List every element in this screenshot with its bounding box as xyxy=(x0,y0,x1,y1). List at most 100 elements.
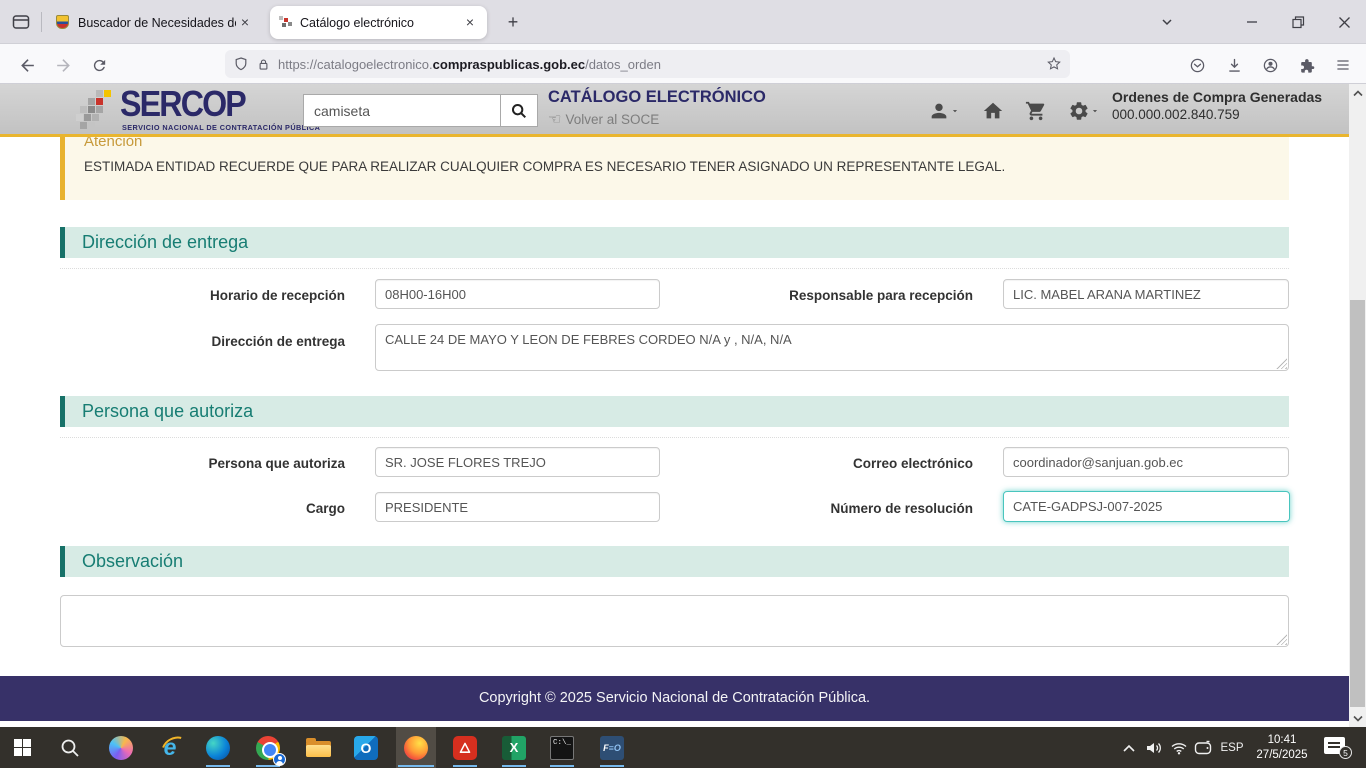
ecuador-crest-icon xyxy=(56,15,71,30)
copilot-icon[interactable] xyxy=(101,727,141,768)
search-button[interactable] xyxy=(500,94,538,127)
label-persona-autoriza: Persona que autoriza xyxy=(60,456,345,471)
browser-titlebar: Buscador de Necesidades de Co × Catálogo… xyxy=(0,0,1366,44)
file-explorer-icon[interactable] xyxy=(298,727,338,768)
windows-taskbar: e O X C:\_ F≡O ESP 10:41 27/5/202 xyxy=(0,727,1366,768)
internet-explorer-icon[interactable]: e xyxy=(150,727,190,768)
start-button[interactable] xyxy=(2,727,42,768)
running-indicator xyxy=(206,765,230,767)
tray-clock[interactable]: 10:41 27/5/2025 xyxy=(1250,733,1314,762)
menu-hamburger-icon[interactable] xyxy=(1330,52,1356,78)
section-direccion-entrega: Dirección de entrega xyxy=(60,227,1289,258)
firefox-icon[interactable] xyxy=(396,727,436,768)
scroll-down-icon[interactable] xyxy=(1349,710,1366,727)
titlebar-separator xyxy=(41,12,42,32)
running-indicator xyxy=(502,765,526,767)
input-persona-autoriza[interactable] xyxy=(375,447,660,477)
page-viewport: Atención ESTIMADA ENTIDAD RECUERDE QUE P… xyxy=(0,84,1366,727)
orders-generated-number: 000.000.002.840.759 xyxy=(1112,107,1240,122)
tab-catalogo[interactable]: Catálogo electrónico × xyxy=(270,6,487,39)
page-title: CATÁLOGO ELECTRÓNICO xyxy=(548,88,766,107)
tray-time: 10:41 xyxy=(1250,733,1314,748)
notification-badge: 5 xyxy=(1339,746,1352,759)
label-direccion-entrega: Dirección de entrega xyxy=(60,334,345,349)
section-observacion: Observación xyxy=(60,546,1289,577)
user-menu-icon[interactable] xyxy=(928,100,960,122)
textarea-observacion[interactable] xyxy=(60,595,1289,647)
tray-date: 27/5/2025 xyxy=(1250,748,1314,763)
sercop-favicon xyxy=(278,15,293,30)
action-center-icon[interactable]: 5 xyxy=(1324,737,1345,754)
lock-icon[interactable] xyxy=(256,57,271,72)
url-bar[interactable]: https://catalogoelectronico.compraspubli… xyxy=(225,50,1070,78)
scroll-up-icon[interactable] xyxy=(1349,84,1366,101)
window-restore-button[interactable] xyxy=(1283,7,1313,37)
input-correo-electronico[interactable] xyxy=(1003,447,1289,477)
chrome-profile-badge xyxy=(273,753,286,766)
site-footer: Copyright © 2025 Servicio Nacional de Co… xyxy=(0,676,1349,721)
taskbar-search-icon[interactable] xyxy=(50,727,90,768)
label-numero-resolucion: Número de resolución xyxy=(660,501,973,516)
cart-icon[interactable] xyxy=(1025,100,1047,122)
divider xyxy=(60,437,1289,438)
label-correo-electronico: Correo electrónico xyxy=(660,456,973,471)
reload-icon[interactable] xyxy=(86,52,112,78)
input-cargo[interactable] xyxy=(375,492,660,522)
new-tab-button[interactable]: + xyxy=(500,10,526,36)
tray-wifi-icon[interactable] xyxy=(1167,727,1191,768)
label-cargo: Cargo xyxy=(60,501,345,516)
bookmark-star-icon[interactable] xyxy=(1046,56,1062,72)
sercop-logo-subtitle: SERVICIO NACIONAL DE CONTRATACIÓN PÚBLIC… xyxy=(122,123,320,132)
tray-meet-now-icon[interactable] xyxy=(1191,727,1215,768)
volver-soce-link[interactable]: ☜ Volver al SOCE xyxy=(548,110,659,128)
scrollbar[interactable] xyxy=(1349,84,1366,727)
excel-icon[interactable]: X xyxy=(494,727,534,768)
acrobat-icon[interactable] xyxy=(445,727,485,768)
tab-title: Catálogo electrónico xyxy=(300,16,461,30)
pointing-hand-icon: ☜ xyxy=(548,110,561,128)
gear-icon[interactable] xyxy=(1068,100,1100,122)
browser-toolbar: https://catalogoelectronico.compraspubli… xyxy=(0,44,1366,84)
input-horario-recepcion[interactable] xyxy=(375,279,660,309)
list-tabs-chevron-icon[interactable] xyxy=(1152,7,1182,37)
sercop-logo-icon[interactable] xyxy=(76,90,118,132)
forward-icon[interactable] xyxy=(50,52,76,78)
label-horario-recepcion: Horario de recepción xyxy=(60,288,345,303)
edge-icon[interactable] xyxy=(198,727,238,768)
textarea-direccion-entrega[interactable]: CALLE 24 DE MAYO Y LEON DE FEBRES CORDEO… xyxy=(375,324,1289,371)
site-header: SERCOP SERVICIO NACIONAL DE CONTRATACIÓN… xyxy=(0,84,1349,137)
home-icon[interactable] xyxy=(982,100,1004,122)
cmd-icon[interactable]: C:\_ xyxy=(542,727,582,768)
window-close-button[interactable] xyxy=(1329,7,1359,37)
downloads-icon[interactable] xyxy=(1221,52,1247,78)
tray-volume-icon[interactable] xyxy=(1142,727,1166,768)
divider xyxy=(60,268,1289,269)
back-icon[interactable] xyxy=(14,52,40,78)
catalog-search-input[interactable] xyxy=(303,94,500,127)
sercop-logo-text[interactable]: SERCOP xyxy=(120,84,245,126)
running-indicator xyxy=(600,765,624,767)
input-numero-resolucion[interactable] xyxy=(1003,491,1290,522)
chrome-icon[interactable] xyxy=(248,727,288,768)
outlook-icon[interactable]: O xyxy=(346,727,386,768)
section-persona-autoriza: Persona que autoriza xyxy=(60,396,1289,427)
pocket-icon[interactable] xyxy=(1184,52,1210,78)
tab-title: Buscador de Necesidades de Co xyxy=(78,16,236,30)
tab-buscador[interactable]: Buscador de Necesidades de Co × xyxy=(48,6,262,39)
tray-chevron-icon[interactable] xyxy=(1118,727,1140,768)
tab-close-icon[interactable]: × xyxy=(236,14,254,32)
running-indicator xyxy=(453,765,477,767)
tray-language-indicator[interactable]: ESP xyxy=(1216,727,1248,768)
extensions-puzzle-icon[interactable] xyxy=(1293,52,1319,78)
account-icon[interactable] xyxy=(1257,52,1283,78)
running-indicator xyxy=(550,765,574,767)
tab-close-icon[interactable]: × xyxy=(461,14,479,32)
window-minimize-button[interactable] xyxy=(1237,7,1267,37)
orders-generated-label: Ordenes de Compra Generadas xyxy=(1112,89,1322,105)
feo-app-icon[interactable]: F≡O xyxy=(592,727,632,768)
firefox-view-icon[interactable] xyxy=(8,9,34,35)
alert-message: ESTIMADA ENTIDAD RECUERDE QUE PARA REALI… xyxy=(84,159,1269,174)
input-responsable-recepcion[interactable] xyxy=(1003,279,1289,309)
scrollbar-thumb[interactable] xyxy=(1350,300,1365,707)
tracking-shield-icon[interactable] xyxy=(233,56,249,72)
